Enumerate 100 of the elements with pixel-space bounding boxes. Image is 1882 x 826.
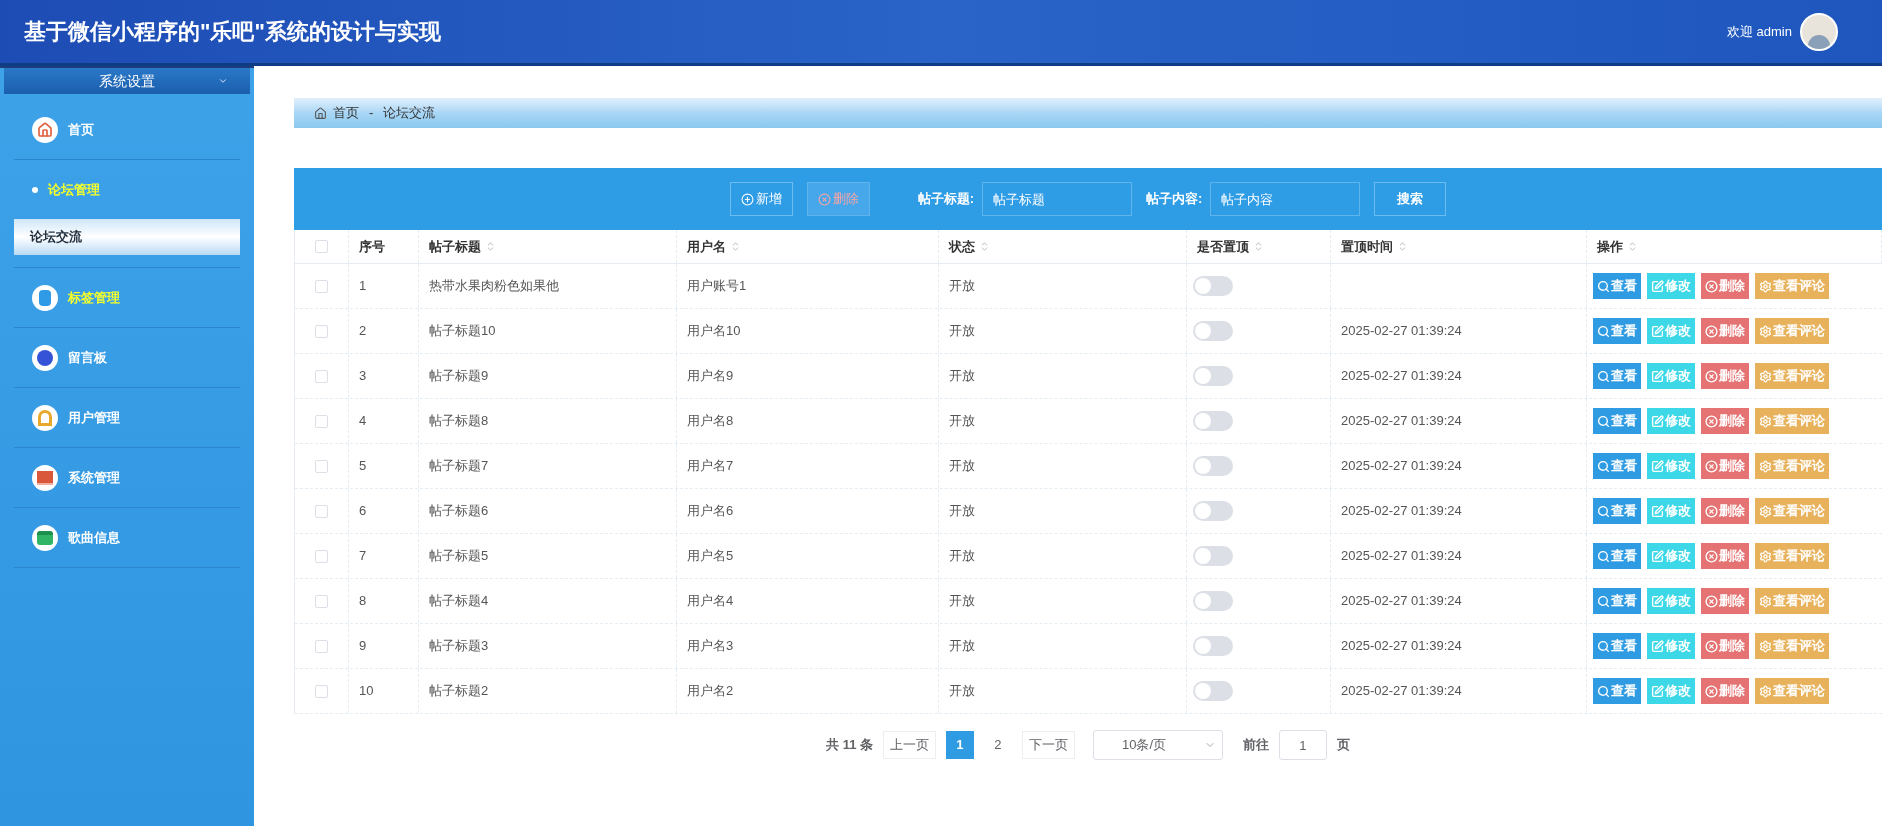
page-size-select[interactable]: 10条/页	[1093, 730, 1223, 760]
comments-button[interactable]: 查看评论	[1755, 273, 1829, 299]
menu-item[interactable]: 标签管理	[14, 268, 240, 327]
delete-button[interactable]: 删除	[1701, 498, 1749, 524]
delete-button[interactable]: 删除	[1701, 318, 1749, 344]
delete-button[interactable]: 删除	[1701, 408, 1749, 434]
column-header: 操作	[1597, 237, 1623, 256]
table-cell-text: 帖子标题3	[429, 637, 489, 656]
row-checkbox[interactable]	[315, 549, 328, 563]
row-checkbox[interactable]	[315, 504, 328, 518]
toggle-switch[interactable]	[1193, 501, 1233, 521]
row-checkbox[interactable]	[315, 369, 328, 383]
search-icon	[1597, 684, 1610, 698]
toggle-switch[interactable]	[1193, 681, 1233, 701]
page-number[interactable]: 1	[946, 731, 974, 759]
toggle-switch[interactable]	[1193, 366, 1233, 386]
table-cell-text: 帖子标题4	[429, 592, 489, 611]
edit-button[interactable]: 修改	[1647, 273, 1695, 299]
view-button[interactable]: 查看	[1593, 678, 1641, 704]
select-all-checkbox[interactable]	[315, 240, 328, 253]
comments-button[interactable]: 查看评论	[1755, 363, 1829, 389]
edit-button[interactable]: 修改	[1647, 408, 1695, 434]
sort-icon[interactable]	[979, 241, 990, 252]
edit-button[interactable]: 修改	[1647, 543, 1695, 569]
edit-button[interactable]: 修改	[1647, 453, 1695, 479]
search-icon	[1597, 549, 1610, 563]
view-button[interactable]: 查看	[1593, 633, 1641, 659]
table-cell-text: 2025-02-27 01:39:24	[1341, 322, 1462, 341]
row-checkbox[interactable]	[315, 639, 328, 653]
sidebar-header[interactable]: 系统设置	[4, 68, 250, 94]
table-cell-text: 帖子标题5	[429, 547, 489, 566]
prev-page-button[interactable]: 上一页	[883, 731, 936, 759]
delete-button[interactable]: 删除	[1701, 543, 1749, 569]
delete-button[interactable]: 删除	[1701, 453, 1749, 479]
toggle-switch[interactable]	[1193, 546, 1233, 566]
menu-item[interactable]: 用户管理	[14, 388, 240, 447]
view-button[interactable]: 查看	[1593, 273, 1641, 299]
toggle-switch[interactable]	[1193, 591, 1233, 611]
search-button[interactable]: 搜索	[1374, 182, 1447, 216]
menu-item[interactable]: 论坛管理	[14, 160, 240, 219]
table-cell-text: 用户名4	[687, 592, 734, 611]
view-button[interactable]: 查看	[1593, 498, 1641, 524]
row-checkbox[interactable]	[315, 324, 328, 338]
edit-icon	[1651, 369, 1664, 383]
view-button[interactable]: 查看	[1593, 543, 1641, 569]
edit-icon	[1651, 459, 1664, 473]
toggle-switch[interactable]	[1193, 321, 1233, 341]
toggle-switch[interactable]	[1193, 411, 1233, 431]
edit-button[interactable]: 修改	[1647, 363, 1695, 389]
edit-button[interactable]: 修改	[1647, 678, 1695, 704]
view-button[interactable]: 查看	[1593, 408, 1641, 434]
view-button[interactable]: 查看	[1593, 363, 1641, 389]
delete-button[interactable]: 删除	[1701, 678, 1749, 704]
sort-icon[interactable]	[1397, 241, 1408, 252]
sort-icon[interactable]	[1253, 241, 1264, 252]
comments-button[interactable]: 查看评论	[1755, 453, 1829, 479]
view-button[interactable]: 查看	[1593, 318, 1641, 344]
edit-button[interactable]: 修改	[1647, 498, 1695, 524]
view-button[interactable]: 查看	[1593, 453, 1641, 479]
row-checkbox[interactable]	[315, 459, 328, 473]
row-checkbox[interactable]	[315, 684, 328, 698]
search-field[interactable]: 帖子标题	[982, 182, 1132, 216]
comments-button[interactable]: 查看评论	[1755, 318, 1829, 344]
comments-button[interactable]: 查看评论	[1755, 543, 1829, 569]
comments-button[interactable]: 查看评论	[1755, 678, 1829, 704]
menu-item[interactable]: 系统管理	[14, 448, 240, 507]
menu-item[interactable]: 歌曲信息	[14, 508, 240, 567]
edit-icon	[1651, 549, 1664, 563]
delete-button[interactable]: 删除	[1701, 273, 1749, 299]
edit-button[interactable]: 修改	[1647, 318, 1695, 344]
comments-button[interactable]: 查看评论	[1755, 498, 1829, 524]
search-field[interactable]: 帖子内容	[1210, 182, 1361, 216]
toggle-switch[interactable]	[1193, 456, 1233, 476]
menu-item[interactable]: 留言板	[14, 328, 240, 387]
row-checkbox[interactable]	[315, 594, 328, 608]
row-checkbox[interactable]	[315, 414, 328, 428]
avatar[interactable]	[1800, 12, 1838, 51]
sort-icon[interactable]	[730, 241, 741, 252]
delete-button[interactable]: 删除	[1701, 633, 1749, 659]
comments-button[interactable]: 查看评论	[1755, 588, 1829, 614]
breadcrumb-link[interactable]: 首页	[333, 103, 359, 123]
table-cell-text: 用户名5	[687, 547, 734, 566]
comments-button[interactable]: 查看评论	[1755, 408, 1829, 434]
submenu-item[interactable]: 论坛交流	[14, 219, 240, 255]
row-checkbox[interactable]	[315, 279, 328, 293]
delete-button[interactable]: 删除	[1701, 363, 1749, 389]
goto-page-input[interactable]: 1	[1279, 730, 1327, 760]
close-circle-icon	[1705, 369, 1718, 383]
delete-button[interactable]: 删除	[1701, 588, 1749, 614]
edit-button[interactable]: 修改	[1647, 588, 1695, 614]
next-page-button[interactable]: 下一页	[1022, 731, 1075, 759]
menu-item[interactable]: 首页	[14, 100, 240, 159]
sort-icon[interactable]	[1627, 241, 1638, 252]
toggle-switch[interactable]	[1193, 276, 1233, 296]
toggle-switch[interactable]	[1193, 636, 1233, 656]
view-button[interactable]: 查看	[1593, 588, 1641, 614]
sort-icon[interactable]	[485, 241, 496, 252]
add-button[interactable]: 新增	[729, 182, 793, 216]
comments-button[interactable]: 查看评论	[1755, 633, 1829, 659]
edit-button[interactable]: 修改	[1647, 633, 1695, 659]
